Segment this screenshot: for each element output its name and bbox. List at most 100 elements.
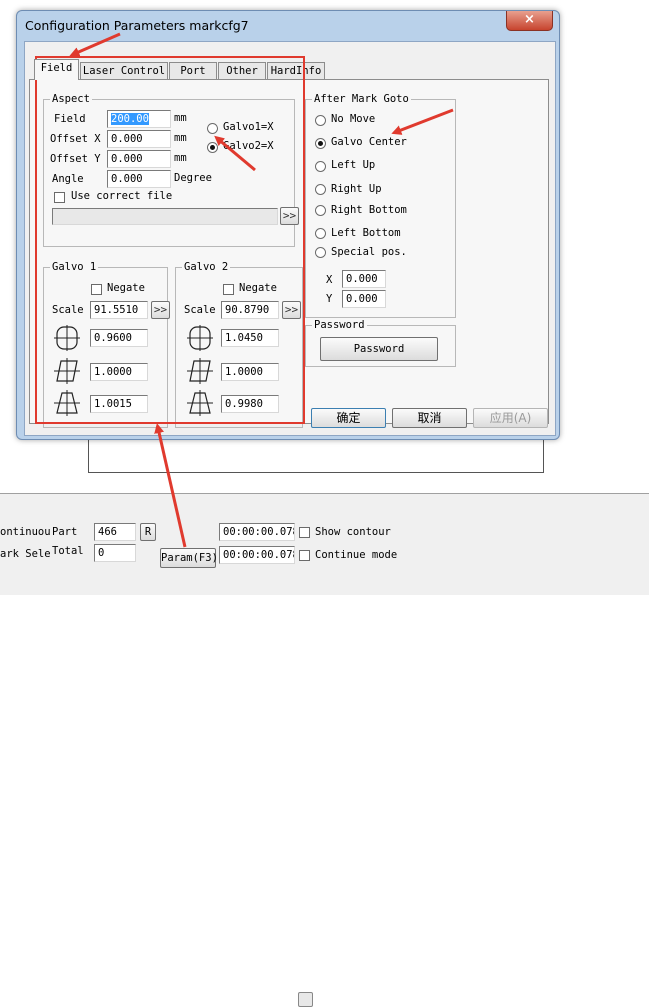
- left-bottom-label: Left Bottom: [331, 227, 401, 239]
- offset-y-input[interactable]: 0.000: [107, 150, 171, 168]
- close-button[interactable]: ×: [506, 11, 553, 31]
- galvo1-title: Galvo 1: [50, 261, 99, 273]
- part-field[interactable]: 466: [94, 523, 136, 541]
- continue-mode-checkbox[interactable]: [299, 550, 310, 561]
- row1-left-label: ontinuou: [0, 526, 51, 538]
- total-label: Total: [52, 545, 84, 557]
- aspect-title: Aspect: [50, 93, 92, 105]
- galvo2-negate-checkbox[interactable]: [223, 284, 234, 295]
- galvo1-negate-checkbox[interactable]: [91, 284, 102, 295]
- galvo2-distortion-input[interactable]: 1.0450: [221, 329, 279, 347]
- galvo1-distortion-input[interactable]: 0.9600: [90, 329, 148, 347]
- special-y-input[interactable]: 0.000: [342, 290, 386, 308]
- field-input-value: 200.00: [111, 113, 149, 125]
- tab-field[interactable]: Field: [34, 59, 79, 80]
- left-up-label: Left Up: [331, 159, 376, 171]
- after-mark-group: After Mark Goto No Move Galvo Center Lef…: [305, 93, 456, 318]
- cancel-button[interactable]: 取消: [392, 408, 467, 428]
- no-move-label: No Move: [331, 113, 376, 125]
- bottom-panel: ontinuou Part 466 R ark Sele Total 0 Par…: [0, 493, 649, 1007]
- galvo2-negate-label: Negate: [239, 282, 277, 294]
- password-group: Password Password: [305, 319, 456, 367]
- left-bottom-radio[interactable]: [315, 228, 326, 239]
- angle-label: Angle: [52, 173, 84, 185]
- tab-port[interactable]: Port: [169, 62, 217, 79]
- close-icon: ×: [524, 12, 535, 27]
- galvo1-negate-label: Negate: [107, 282, 145, 294]
- galvo-center-label: Galvo Center: [331, 136, 407, 148]
- galvo1-scale-more-button[interactable]: >>: [151, 301, 170, 319]
- password-button[interactable]: Password: [320, 337, 438, 361]
- offset-x-unit: mm: [174, 132, 187, 144]
- galvo1x-label: Galvo1=X: [223, 121, 274, 133]
- row2-left-label: ark Sele: [0, 548, 51, 560]
- galvo2-trapezoid-input[interactable]: 0.9980: [221, 395, 279, 413]
- angle-unit: Degree: [174, 172, 212, 184]
- field-unit: mm: [174, 112, 187, 124]
- after-mark-title: After Mark Goto: [312, 93, 411, 105]
- left-up-radio[interactable]: [315, 161, 326, 172]
- browse-file-button[interactable]: >>: [280, 207, 299, 225]
- right-bottom-radio[interactable]: [315, 205, 326, 216]
- title-bar[interactable]: Configuration Parameters markcfg7 ×: [17, 11, 559, 39]
- use-correct-file-label: Use correct file: [71, 190, 173, 202]
- galvo1-scale-input[interactable]: 91.5510: [90, 301, 148, 319]
- parallelogram-icon: [54, 358, 80, 384]
- offset-x-input[interactable]: 0.000: [107, 130, 171, 148]
- galvo2-scale-label: Scale: [184, 304, 216, 316]
- galvo1-group: Galvo 1 Negate Scale 91.5510 >> 0.9600 1…: [43, 261, 170, 428]
- splitter-handle[interactable]: [298, 992, 313, 1007]
- galvo2-parallelogram-input[interactable]: 1.0000: [221, 363, 279, 381]
- right-up-label: Right Up: [331, 183, 382, 195]
- field-input[interactable]: 200.00: [107, 110, 171, 128]
- use-correct-file-checkbox[interactable]: [54, 192, 65, 203]
- tab-hardinfo[interactable]: HardInfo: [267, 62, 325, 79]
- tab-page-field: Aspect Field 200.00 mm Offset X 0.000 mm…: [29, 79, 549, 428]
- time-elapsed-2: 00:00:00.078: [219, 546, 295, 564]
- dialog-client: Field Laser Control Port Other HardInfo …: [24, 41, 556, 436]
- tab-other[interactable]: Other: [218, 62, 266, 79]
- galvo1x-radio[interactable]: [207, 123, 218, 134]
- offset-x-label: Offset X: [50, 133, 101, 145]
- galvo2-title: Galvo 2: [182, 261, 231, 273]
- offset-y-label: Offset Y: [50, 153, 101, 165]
- galvo2-scale-more-button[interactable]: >>: [282, 301, 301, 319]
- right-bottom-label: Right Bottom: [331, 204, 407, 216]
- right-up-radio[interactable]: [315, 184, 326, 195]
- part-label: Part: [52, 526, 78, 538]
- config-dialog: Configuration Parameters markcfg7 × Fiel…: [16, 10, 560, 440]
- trapezoid-icon: [187, 390, 213, 416]
- special-pos-radio[interactable]: [315, 247, 326, 258]
- special-x-input[interactable]: 0.000: [342, 270, 386, 288]
- continue-mode-label: Continue mode: [315, 549, 398, 561]
- aspect-group: Aspect Field 200.00 mm Offset X 0.000 mm…: [43, 93, 299, 247]
- total-field[interactable]: 0: [94, 544, 136, 562]
- reset-part-button[interactable]: R: [140, 523, 156, 541]
- special-pos-label: Special pos.: [331, 246, 407, 258]
- parallelogram-icon: [187, 358, 213, 384]
- tab-laser-control[interactable]: Laser Control: [80, 62, 168, 79]
- barrel-distortion-icon: [54, 325, 80, 351]
- barrel-distortion-icon: [187, 325, 213, 351]
- param-button[interactable]: Param(F3): [160, 548, 218, 568]
- angle-input[interactable]: 0.000: [107, 170, 171, 188]
- field-label: Field: [54, 113, 86, 125]
- offset-y-unit: mm: [174, 152, 187, 164]
- no-move-radio[interactable]: [315, 115, 326, 126]
- correct-file-path: [52, 208, 278, 225]
- show-contour-checkbox[interactable]: [299, 527, 310, 538]
- galvo1-scale-label: Scale: [52, 304, 84, 316]
- password-title: Password: [312, 319, 367, 331]
- galvo-center-radio[interactable]: [315, 138, 326, 149]
- galvo2x-radio[interactable]: [207, 142, 218, 153]
- galvo2-scale-input[interactable]: 90.8790: [221, 301, 279, 319]
- galvo2x-label: Galvo2=X: [223, 140, 274, 152]
- apply-button[interactable]: 应用(A): [473, 408, 548, 428]
- dialog-title: Configuration Parameters markcfg7: [25, 18, 249, 33]
- ok-button[interactable]: 确定: [311, 408, 386, 428]
- galvo1-trapezoid-input[interactable]: 1.0015: [90, 395, 148, 413]
- galvo1-parallelogram-input[interactable]: 1.0000: [90, 363, 148, 381]
- galvo2-group: Galvo 2 Negate Scale 90.8790 >> 1.0450 1…: [175, 261, 303, 428]
- time-elapsed-1: 00:00:00.078: [219, 523, 295, 541]
- special-x-label: X: [326, 274, 333, 286]
